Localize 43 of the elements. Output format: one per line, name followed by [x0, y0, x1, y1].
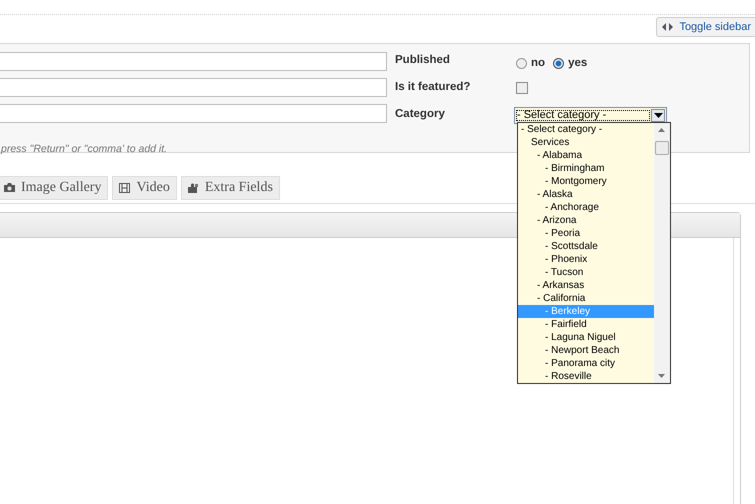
toggle-sidebar-button[interactable]: Toggle sidebar — [656, 17, 755, 37]
dropdown-option[interactable]: - Panorama city — [518, 357, 654, 370]
camera-icon — [4, 183, 15, 193]
dropdown-option[interactable]: - Tucson — [518, 266, 654, 279]
radio-label: yes — [568, 57, 588, 69]
scrollbar[interactable] — [654, 123, 670, 383]
dropdown-option[interactable]: - Arkansas — [518, 279, 654, 292]
hint-text: press "Return" or "comma' to add it. — [1, 143, 168, 155]
dropdown-option[interactable]: - California — [518, 292, 654, 305]
dropdown-option[interactable]: - Scottsdale — [518, 240, 654, 253]
radio-button[interactable] — [553, 58, 564, 68]
dropdown-option[interactable]: - Alabama — [518, 149, 654, 162]
dropdown-option[interactable]: - Arizona — [518, 214, 654, 227]
radio-button[interactable] — [516, 58, 527, 68]
scroll-thumb[interactable] — [655, 141, 669, 155]
tab[interactable]: Image Gallery — [0, 176, 108, 200]
dropdown-option[interactable]: - Montgomery — [518, 175, 654, 188]
arrows-icon — [662, 23, 674, 31]
dropdown-option[interactable]: - Phoenix — [518, 253, 654, 266]
text-field[interactable] — [0, 104, 387, 123]
scroll-up-icon[interactable] — [658, 128, 665, 132]
field-label: Category — [395, 107, 446, 122]
field-label: Published — [395, 53, 451, 68]
dropdown-option[interactable]: - Laguna Niguel — [518, 331, 654, 344]
text-field[interactable] — [0, 78, 387, 97]
film-icon — [119, 183, 130, 193]
text-field[interactable] — [0, 52, 387, 71]
dropdown-option[interactable]: - Peoria — [518, 227, 654, 240]
dropdown-option[interactable]: - Select category - — [518, 123, 654, 136]
featured-checkbox[interactable] — [516, 82, 528, 94]
dropdown-option[interactable]: Services — [518, 136, 654, 149]
puzzle-icon — [188, 183, 199, 193]
dropdown-option[interactable]: - Birmingham — [518, 162, 654, 175]
dropdown-option[interactable]: - Alaska — [518, 188, 654, 201]
tab[interactable]: Video — [112, 176, 177, 200]
dropdown-option[interactable]: - Roseville — [518, 370, 654, 383]
dropdown-option[interactable]: - Newport Beach — [518, 344, 654, 357]
scroll-down-icon[interactable] — [658, 374, 665, 378]
dropdown-option[interactable]: - Anchorage — [518, 201, 654, 214]
field-label: Is it featured? — [395, 80, 472, 95]
dropdown-option[interactable]: - Fairfield — [518, 318, 654, 331]
tab[interactable]: Extra Fields — [180, 176, 280, 200]
radio-label: no — [531, 57, 546, 69]
